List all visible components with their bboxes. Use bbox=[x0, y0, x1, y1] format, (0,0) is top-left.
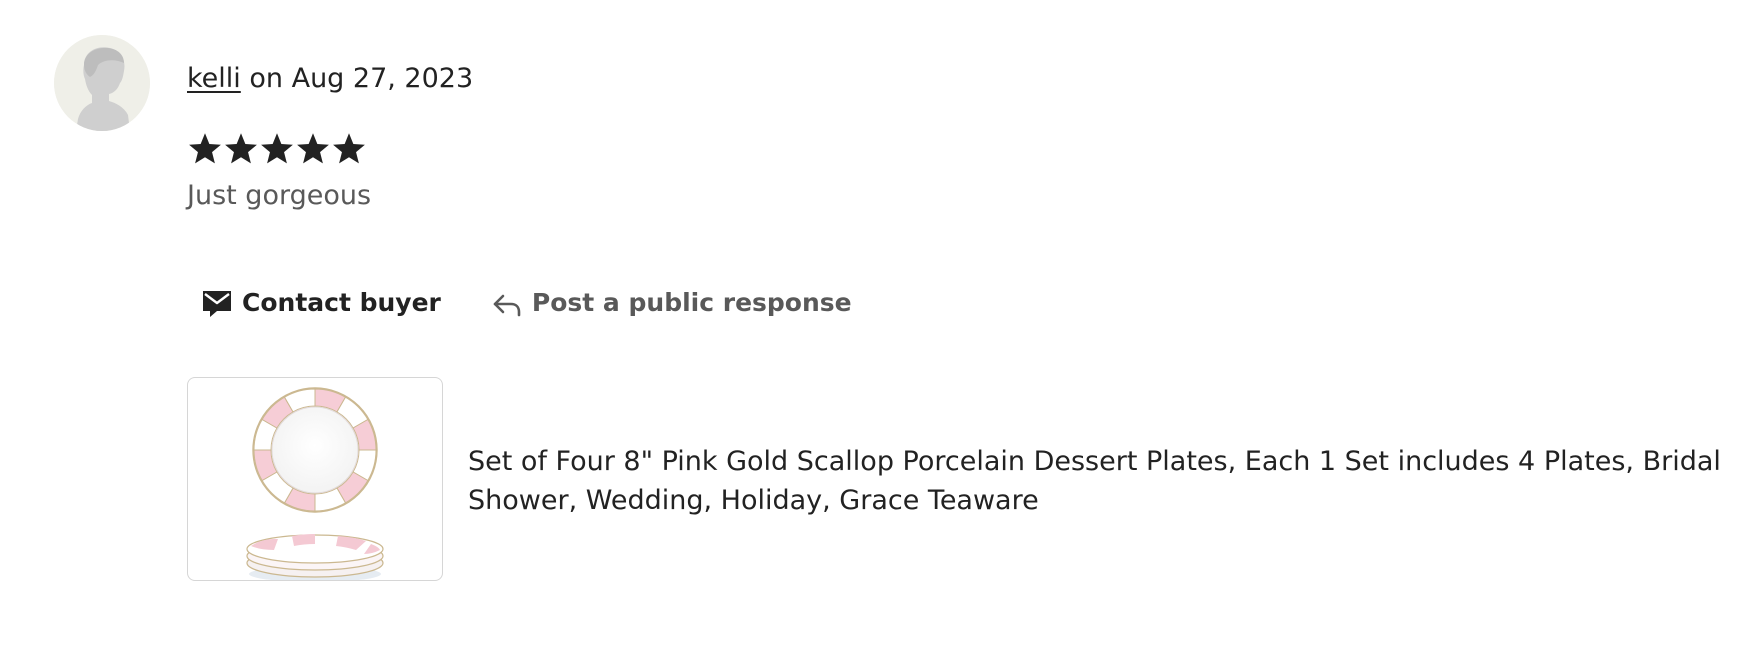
listing-thumbnail[interactable] bbox=[187, 377, 443, 581]
review-actions: Contact buyer Post a public response bbox=[187, 283, 852, 323]
default-user-silhouette-icon bbox=[54, 35, 150, 131]
star-icon bbox=[333, 133, 365, 164]
reviewer-avatar bbox=[54, 35, 150, 131]
review-header: kelli on Aug 27, 2023 bbox=[187, 59, 473, 99]
contact-buyer-button[interactable]: Contact buyer bbox=[187, 283, 441, 323]
star-icon bbox=[297, 133, 329, 164]
listing-title-link[interactable]: Set of Four 8" Pink Gold Scallop Porcela… bbox=[468, 442, 1723, 520]
contact-buyer-label: Contact buyer bbox=[242, 288, 441, 317]
star-icon bbox=[189, 133, 221, 164]
plates-product-image bbox=[246, 387, 384, 580]
star-icon bbox=[261, 133, 293, 164]
post-public-response-button[interactable]: Post a public response bbox=[491, 283, 852, 323]
envelope-icon bbox=[203, 291, 231, 317]
star-rating bbox=[187, 130, 367, 168]
review-card: kelli on Aug 27, 2023 Just gorgeous Cont… bbox=[0, 0, 1760, 646]
reviewed-listing: Set of Four 8" Pink Gold Scallop Porcela… bbox=[187, 377, 1727, 581]
review-text: Just gorgeous bbox=[187, 180, 372, 211]
reply-arrow-icon bbox=[493, 294, 521, 317]
reviewer-name-link[interactable]: kelli bbox=[187, 63, 241, 94]
review-date: on Aug 27, 2023 bbox=[240, 63, 474, 94]
post-public-response-label: Post a public response bbox=[531, 288, 852, 317]
star-icon bbox=[225, 133, 257, 164]
